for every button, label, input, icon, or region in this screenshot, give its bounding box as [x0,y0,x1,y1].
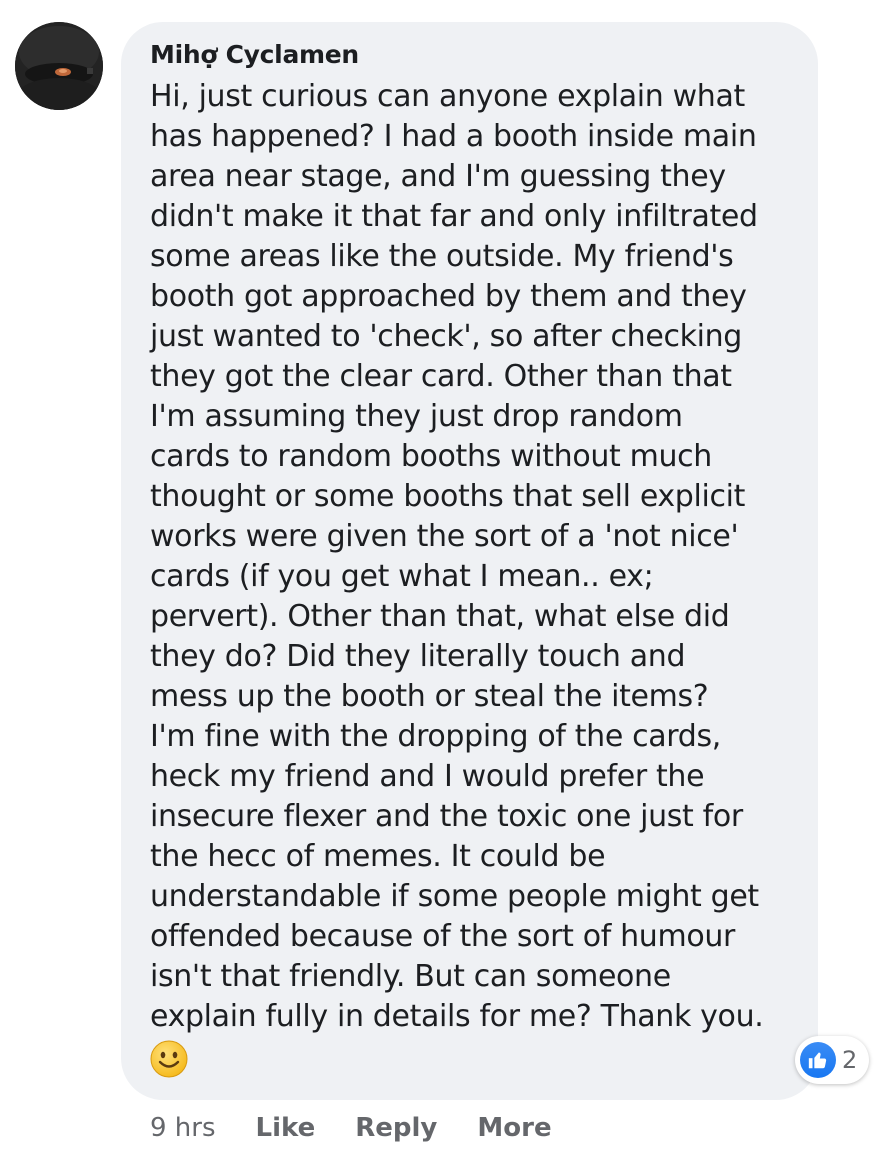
reaction-count: 2 [842,1046,858,1074]
comment-actions: 9 hrs Like Reply More [150,1110,592,1146]
reaction-summary[interactable]: 2 [795,1036,869,1084]
like-button[interactable]: Like [256,1113,316,1143]
thumbs-up-icon [800,1042,836,1078]
slightly-smiling-face-emoji [150,1040,188,1078]
comment-author[interactable]: Mihợ Cyclamen [150,40,788,70]
reply-button[interactable]: Reply [355,1113,437,1143]
comment-timestamp[interactable]: 9 hrs [150,1113,216,1143]
comment-bubble: Mihợ Cyclamen Hi, just curious can anyon… [121,22,818,1100]
avatar-image [15,22,103,110]
more-button[interactable]: More [477,1113,551,1143]
avatar[interactable] [15,22,103,110]
comment-text: Hi, just curious can anyone explain what… [150,79,764,1034]
